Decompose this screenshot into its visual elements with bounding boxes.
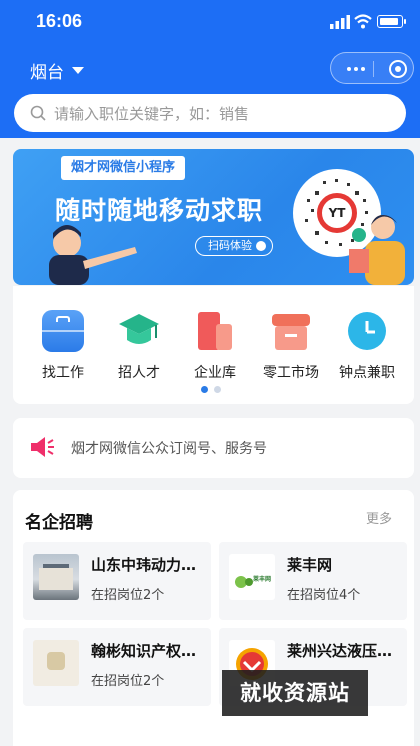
search-input[interactable]: 请输入职位关键字，如：销售 [14, 94, 406, 132]
company-name: 翰彬知识产权… [91, 642, 197, 660]
graduation-cap-icon [118, 310, 160, 352]
company-card[interactable]: 莱丰网 莱丰网 在招岗位4个 [219, 542, 407, 620]
megaphone-icon [31, 437, 54, 457]
company-logo [33, 640, 79, 686]
category-label: 找工作 [42, 365, 84, 381]
shop-icon [270, 310, 312, 352]
company-card[interactable]: 翰彬知识产权… 在招岗位2个 [23, 628, 211, 706]
category-company-library[interactable]: 企业库 [175, 310, 255, 382]
more-link[interactable]: 更多 [366, 508, 392, 527]
category-grid: 找工作 招人才 企业库 零工市场 钟点兼职 [13, 286, 414, 404]
notice-bar[interactable]: 烟才网微信公众订阅号、服务号 [13, 418, 414, 478]
watermark: 就收资源站 [222, 670, 368, 716]
miniprogram-capsule [330, 52, 414, 84]
city-label: 烟台 [30, 63, 64, 83]
status-bar: 16:06 [0, 0, 420, 44]
company-positions: 在招岗位2个 [91, 674, 165, 689]
company-logo-text: 莱丰网 [253, 576, 272, 583]
company-positions: 在招岗位2个 [91, 588, 165, 603]
category-label: 零工市场 [263, 365, 319, 381]
building-icon [194, 310, 236, 352]
search-icon [30, 105, 46, 121]
clock-icon [346, 310, 388, 352]
wifi-icon [354, 14, 372, 29]
battery-icon [377, 15, 406, 28]
city-selector[interactable]: 烟台 [30, 58, 84, 83]
company-logo: 莱丰网 [229, 554, 275, 600]
category-recruit[interactable]: 招人才 [99, 310, 179, 382]
scan-button[interactable]: 扫码体验 [195, 236, 273, 256]
company-positions: 在招岗位4个 [287, 588, 361, 603]
category-find-job[interactable]: 找工作 [23, 310, 103, 382]
category-label: 钟点兼职 [339, 365, 395, 381]
search-placeholder: 请输入职位关键字，如：销售 [54, 104, 250, 123]
company-name: 莱丰网 [287, 556, 333, 574]
company-name: 山东中玮动力… [91, 556, 197, 574]
pager-dot[interactable] [214, 386, 221, 393]
signal-icon [330, 15, 350, 29]
status-time: 16:06 [36, 11, 83, 31]
more-icon[interactable] [347, 67, 365, 71]
category-label: 招人才 [118, 365, 160, 381]
briefcase-icon [42, 310, 84, 352]
banner-tag: 烟才网微信小程序 [61, 156, 186, 180]
section-title: 名企招聘 [25, 513, 93, 533]
notice-text: 烟才网微信公众订阅号、服务号 [71, 441, 267, 457]
person-illustration-left [49, 225, 137, 285]
promo-banner[interactable]: 烟才网微信小程序 随时随地移动求职 扫码体验 YT [13, 149, 414, 285]
capsule-divider [373, 61, 374, 77]
person-illustration-right [349, 215, 405, 285]
category-pager [201, 386, 221, 393]
pager-dot-active[interactable] [201, 386, 208, 393]
company-card[interactable]: 山东中玮动力… 在招岗位2个 [23, 542, 211, 620]
company-logo [33, 554, 79, 600]
category-label: 企业库 [194, 365, 236, 381]
company-name: 莱州兴达液压… [287, 642, 393, 660]
header-bar: 16:06 烟台 请输入职位关键字，如：销售 [0, 0, 420, 138]
close-miniprogram-icon[interactable] [389, 60, 407, 78]
category-gig-market[interactable]: 零工市场 [251, 310, 331, 382]
caret-down-icon [72, 67, 84, 74]
category-hourly-parttime[interactable]: 钟点兼职 [327, 310, 407, 382]
